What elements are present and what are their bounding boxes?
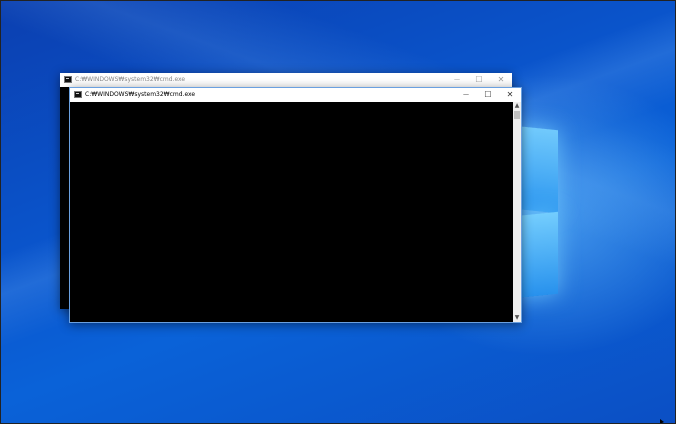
minimize-icon[interactable]: — (446, 73, 468, 87)
console-area[interactable] (70, 102, 513, 322)
window-title: C:₩WINDOWS₩system32₩cmd.exe (75, 76, 186, 83)
window-title: C:₩WINDOWS₩system32₩cmd.exe (85, 91, 196, 98)
cmd-window-front[interactable]: C:₩WINDOWS₩system32₩cmd.exe — ☐ ✕ ▲ ▼ (69, 87, 522, 323)
close-icon[interactable]: ✕ (490, 73, 512, 87)
maximize-icon[interactable]: ☐ (468, 73, 490, 87)
scroll-down-icon[interactable]: ▼ (513, 314, 521, 322)
maximize-icon[interactable]: ☐ (477, 88, 499, 102)
cmd-icon (74, 91, 82, 98)
title-bar[interactable]: C:₩WINDOWS₩system32₩cmd.exe — ☐ ✕ (70, 88, 521, 102)
minimize-icon[interactable]: — (455, 88, 477, 102)
vertical-scrollbar[interactable]: ▲ ▼ (513, 102, 521, 322)
close-icon[interactable]: ✕ (499, 88, 521, 102)
title-bar[interactable]: C:₩WINDOWS₩system32₩cmd.exe — ☐ ✕ (60, 73, 512, 87)
scroll-up-icon[interactable]: ▲ (513, 102, 521, 110)
scrollbar-thumb[interactable] (514, 111, 520, 119)
cmd-icon (64, 76, 72, 83)
